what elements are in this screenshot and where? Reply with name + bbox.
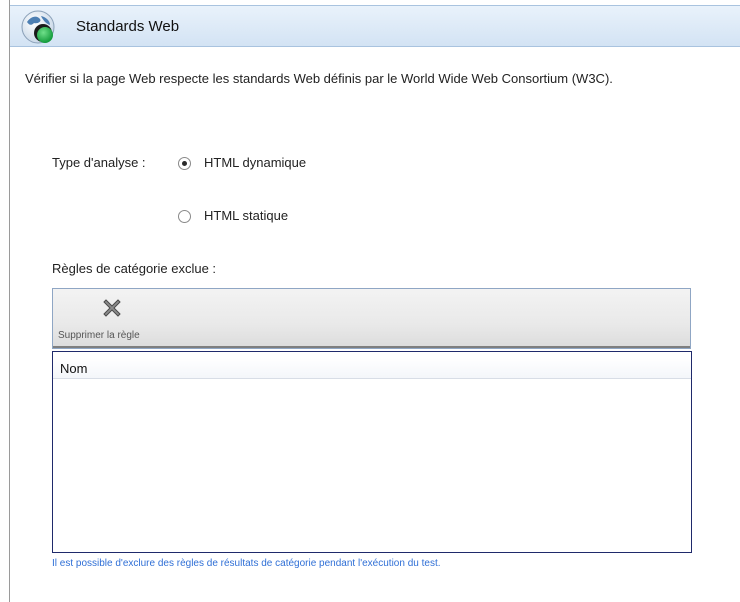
panel-left-border xyxy=(9,0,10,602)
description-text: Vérifier si la page Web respecte les sta… xyxy=(25,71,613,86)
radio-html-static-label[interactable]: HTML statique xyxy=(204,208,288,223)
globe-check-icon xyxy=(21,10,55,44)
radio-html-dynamic[interactable] xyxy=(178,157,191,170)
radio-html-dynamic-label[interactable]: HTML dynamique xyxy=(204,155,306,170)
panel-title: Standards Web xyxy=(76,18,180,35)
table-header: Nom xyxy=(53,358,691,379)
hint-text: Il est possible d'exclure des règles de … xyxy=(52,558,441,569)
delete-rule-button[interactable]: Supprimer la règle xyxy=(54,290,182,346)
radio-html-static[interactable] xyxy=(178,210,191,223)
rules-toolbar: Supprimer la règle xyxy=(52,288,691,349)
delete-rule-label: Supprimer la règle xyxy=(58,330,140,341)
toolbar-divider xyxy=(53,346,690,348)
excluded-rules-label: Règles de catégorie exclue : xyxy=(52,261,217,276)
close-x-icon xyxy=(103,299,121,317)
standards-web-panel: Standards Web Vérifier si la page Web re… xyxy=(0,0,740,602)
excluded-rules-table[interactable]: Nom xyxy=(52,351,692,553)
analysis-type-label: Type d'analyse : xyxy=(52,155,146,170)
panel-header: Standards Web xyxy=(10,5,740,47)
column-header-name[interactable]: Nom xyxy=(60,361,87,376)
